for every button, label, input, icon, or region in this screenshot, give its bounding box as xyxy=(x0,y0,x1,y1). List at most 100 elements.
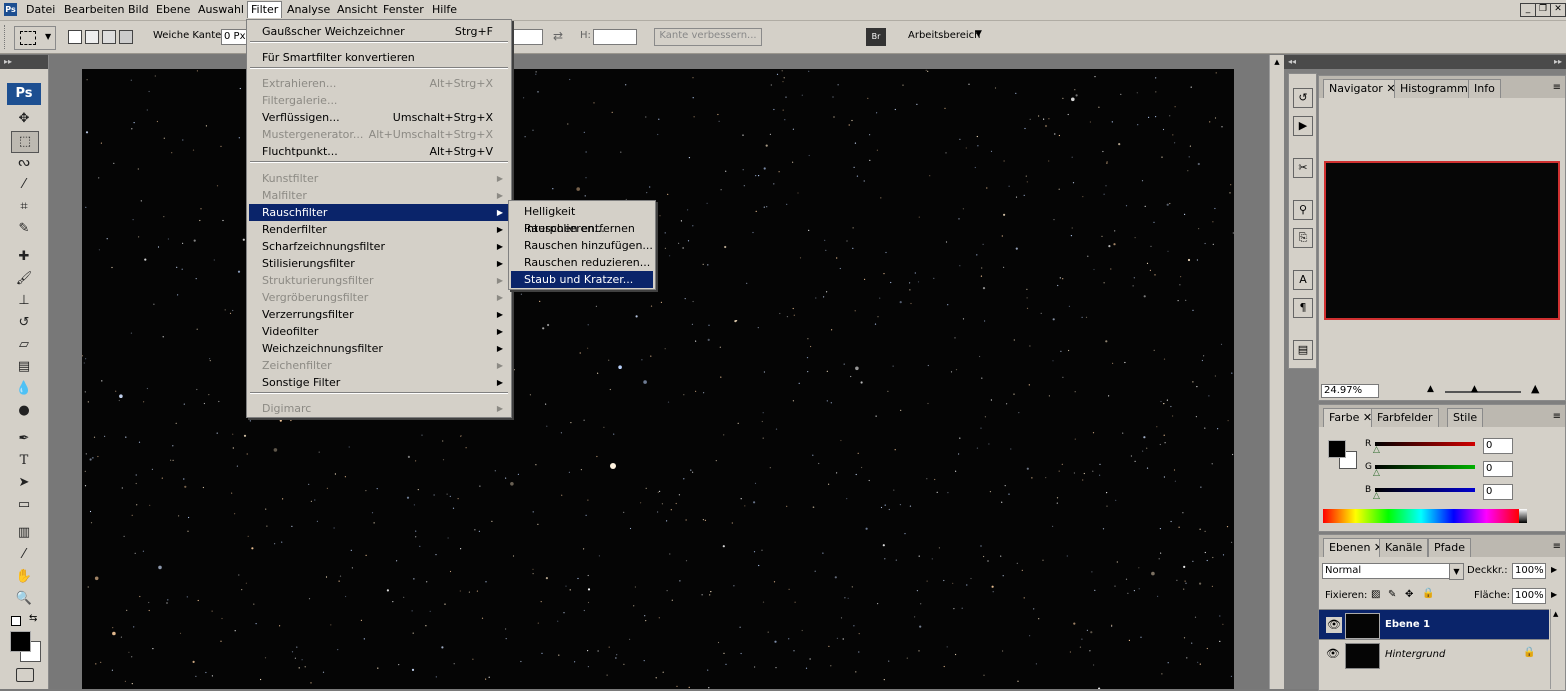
notes-icon[interactable]: ▥ xyxy=(11,523,37,543)
menu-ebene[interactable]: Ebene xyxy=(156,3,190,16)
lock-pixels-icon[interactable]: ✎ xyxy=(1388,589,1396,600)
channel-r-input[interactable]: 0 xyxy=(1483,438,1513,454)
eyedropper-icon[interactable]: ⁄ xyxy=(11,545,37,565)
brushes-panel-icon[interactable]: ⚲ xyxy=(1293,200,1313,220)
tab-histogram[interactable]: Histogramm xyxy=(1394,79,1474,98)
new-selection-icon[interactable] xyxy=(68,30,82,44)
opacity-input[interactable]: 100% xyxy=(1512,563,1546,579)
brush-icon[interactable]: 🖌 xyxy=(11,269,37,289)
default-colors-icon[interactable] xyxy=(11,616,21,626)
dodge-icon[interactable]: ● xyxy=(11,401,37,421)
lock-transparency-icon[interactable]: ▨ xyxy=(1371,589,1380,600)
layer-name[interactable]: Ebene 1 xyxy=(1385,619,1430,630)
foreground-color-swatch[interactable] xyxy=(10,631,31,652)
menu-fenster[interactable]: Fenster xyxy=(383,3,424,16)
magic-wand-icon[interactable]: ⁄ xyxy=(11,175,37,195)
slider-thumb-icon[interactable]: △ xyxy=(1373,491,1380,501)
move-icon[interactable]: ✥ xyxy=(11,109,37,129)
bridge-icon[interactable]: Br xyxy=(866,28,886,46)
blend-mode-select[interactable]: Normal xyxy=(1322,563,1450,579)
tool-preset-picker[interactable]: ▼ xyxy=(14,26,56,50)
channel-b-slider[interactable] xyxy=(1375,488,1475,492)
fill-input[interactable]: 100% xyxy=(1512,588,1546,604)
subtract-selection-icon[interactable] xyxy=(102,30,116,44)
eraser-icon[interactable]: ▱ xyxy=(11,335,37,355)
slider-thumb-icon[interactable]: △ xyxy=(1373,468,1380,478)
opacity-arrow-icon[interactable]: ▶ xyxy=(1551,565,1557,574)
tab-swatches[interactable]: Farbfelder xyxy=(1371,408,1439,427)
gradient-icon[interactable]: ▤ xyxy=(11,357,37,377)
filter-menu-item[interactable]: Weichzeichnungsfilter ▶ xyxy=(249,340,509,357)
restore-icon[interactable]: ❐ xyxy=(1535,3,1551,17)
channel-g-slider[interactable] xyxy=(1375,465,1475,469)
zoom-out-icon[interactable]: ▲ xyxy=(1427,384,1434,394)
panel-menu-icon[interactable]: ≡ xyxy=(1553,541,1561,552)
tab-channels[interactable]: Kanäle xyxy=(1379,538,1429,557)
menu-analyse[interactable]: Analyse xyxy=(287,3,330,16)
channel-r-slider[interactable] xyxy=(1375,442,1475,446)
color-spectrum-bar[interactable] xyxy=(1323,509,1519,523)
channel-b-input[interactable]: 0 xyxy=(1483,484,1513,500)
filter-menu-item[interactable]: Gaußscher Weichzeichner Strg+F xyxy=(249,23,509,40)
filter-menu-item[interactable]: Sonstige Filter ▶ xyxy=(249,374,509,391)
filter-menu-item[interactable]: Verzerrungsfilter ▶ xyxy=(249,306,509,323)
slice-icon[interactable]: ✎ xyxy=(11,219,37,239)
navigator-preview[interactable] xyxy=(1324,161,1560,320)
filter-menu-item[interactable]: Rauschfilter ▶ xyxy=(249,204,509,221)
tab-paths[interactable]: Pfade xyxy=(1428,538,1471,557)
zoom-slider[interactable] xyxy=(1445,391,1521,393)
character-panel-icon[interactable]: A xyxy=(1293,270,1313,290)
healing-icon[interactable]: ✚ xyxy=(11,247,37,267)
tab-color[interactable]: Farbe ✕ xyxy=(1323,408,1379,427)
photoshop-app-icon[interactable]: Ps xyxy=(4,3,17,16)
paragraph-panel-icon[interactable]: ¶ xyxy=(1293,298,1313,318)
filter-menu-item[interactable]: Für Smartfilter konvertieren xyxy=(249,49,509,66)
crop-icon[interactable]: ⌗ xyxy=(11,197,37,217)
actions-panel-icon[interactable]: ▶ xyxy=(1293,116,1313,136)
menu-filter[interactable]: Filter xyxy=(247,1,283,18)
layer-comps-icon[interactable]: ▤ xyxy=(1293,340,1313,360)
layers-scrollbar[interactable]: ▲ xyxy=(1550,609,1564,689)
ps-logo[interactable]: Ps xyxy=(7,83,41,105)
zoom-in-icon[interactable]: ▲ xyxy=(1531,382,1539,395)
filter-menu-item[interactable]: Scharfzeichnungsfilter ▶ xyxy=(249,238,509,255)
filter-menu-item[interactable]: Verflüssigen... Umschalt+Strg+X xyxy=(249,109,509,126)
workspace-chevron-icon[interactable]: ▼ xyxy=(975,29,982,39)
layer-name[interactable]: Hintergrund xyxy=(1385,649,1445,660)
clone-source-icon[interactable]: ⎘ xyxy=(1293,228,1313,248)
history-brush-icon[interactable]: ↺ xyxy=(11,313,37,333)
menu-hilfe[interactable]: Hilfe xyxy=(432,3,457,16)
visibility-eye-icon[interactable]: 👁 xyxy=(1326,617,1342,633)
blend-mode-chevron-icon[interactable]: ▼ xyxy=(1449,563,1464,580)
add-selection-icon[interactable] xyxy=(85,30,99,44)
lock-position-icon[interactable]: ✥ xyxy=(1405,589,1413,600)
swap-colors-icon[interactable]: ⇆ xyxy=(29,613,37,624)
filter-menu-item[interactable]: Renderfilter ▶ xyxy=(249,221,509,238)
pen-icon[interactable]: ✒ xyxy=(11,429,37,449)
shape-icon[interactable]: ▭ xyxy=(11,495,37,515)
zoom-icon[interactable]: 🔍 xyxy=(11,589,37,609)
noise-submenu-item[interactable]: Helligkeit interpolieren... xyxy=(511,203,653,235)
zoom-slider-thumb[interactable]: ▲ xyxy=(1471,384,1478,394)
height-input[interactable] xyxy=(593,29,637,45)
spectrum-black-white[interactable] xyxy=(1519,509,1527,523)
noise-submenu-item[interactable]: Staub und Kratzer... xyxy=(511,271,653,288)
menu-bild[interactable]: Bild xyxy=(128,3,149,16)
panel-menu-icon[interactable]: ≡ xyxy=(1553,411,1561,422)
panel-menu-icon[interactable]: ≡ xyxy=(1553,82,1561,93)
menu-ansicht[interactable]: Ansicht xyxy=(337,3,378,16)
swap-icon[interactable]: ⇄ xyxy=(553,29,563,43)
noise-submenu-item[interactable]: Rauschen entfernen xyxy=(511,220,653,237)
minimize-icon[interactable]: _ xyxy=(1520,3,1536,17)
vertical-scrollbar[interactable]: ▲ xyxy=(1269,55,1284,689)
fill-arrow-icon[interactable]: ▶ xyxy=(1551,590,1557,599)
filter-menu-item[interactable]: Videofilter ▶ xyxy=(249,323,509,340)
noise-submenu-item[interactable]: Rauschen reduzieren... xyxy=(511,254,653,271)
workspace-label[interactable]: Arbeitsbereich xyxy=(908,30,981,41)
filter-menu-item[interactable]: Stilisierungsfilter ▶ xyxy=(249,255,509,272)
marquee-icon[interactable]: ⬚ xyxy=(11,131,39,153)
tab-styles[interactable]: Stile xyxy=(1447,408,1484,427)
quick-mask-icon[interactable] xyxy=(16,668,34,682)
intersect-selection-icon[interactable] xyxy=(119,30,133,44)
tool-presets-icon[interactable]: ✂ xyxy=(1293,158,1313,178)
